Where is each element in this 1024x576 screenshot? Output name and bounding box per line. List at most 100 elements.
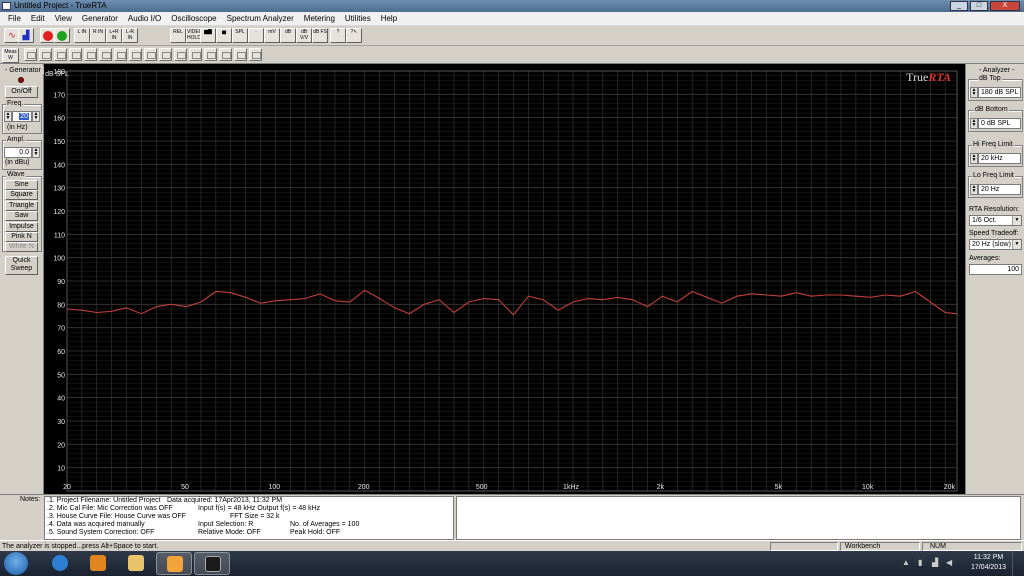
lo-freq-spinner[interactable]: ▲ ▼	[970, 184, 978, 195]
taskbar-app[interactable]	[156, 552, 192, 575]
taskbar-explorer[interactable]	[118, 552, 154, 575]
view-toggle-button-11[interactable]	[174, 48, 187, 61]
view-toggle-button-9[interactable]	[144, 48, 157, 61]
menu-oscilloscope[interactable]: Oscilloscope	[166, 12, 221, 25]
note-line-3: .3. House Curve File: House Curve was OF…	[47, 513, 186, 520]
menu-generator[interactable]: Generator	[77, 12, 123, 25]
view-toggle-button-14[interactable]	[219, 48, 232, 61]
spectrum-view-button[interactable]: ▟	[18, 28, 34, 43]
blank-button[interactable]: ·	[248, 28, 264, 43]
left-minus-right-in-button[interactable]: L-R IN	[122, 28, 138, 43]
view-toggle-button-16[interactable]	[249, 48, 262, 61]
wave-square-button[interactable]: Square	[5, 190, 38, 201]
x-tick-label: 200	[358, 484, 370, 491]
show-desktop-button[interactable]	[1012, 551, 1024, 576]
speed-tradeoff-select[interactable]: 20 Hz (slow) ▼	[969, 239, 1022, 250]
menu-file[interactable]: File	[3, 12, 26, 25]
db-bottom-spinner[interactable]: ▲ ▼	[970, 118, 978, 129]
maximize-button[interactable]: □	[970, 1, 988, 11]
x-tick-label: 20	[63, 484, 71, 491]
freq-spinner[interactable]: ▲ ▼	[4, 111, 12, 122]
menu-utilities[interactable]: Utilities	[340, 12, 376, 25]
wave-sine-button[interactable]: Sine	[5, 180, 38, 190]
menu-metering[interactable]: Metering	[299, 12, 340, 25]
logo-true: True	[906, 70, 928, 84]
freq-spinner-right[interactable]: ▲ ▼	[32, 111, 40, 122]
view-toggle-button-15[interactable]	[234, 48, 247, 61]
minimize-button[interactable]: _	[950, 1, 968, 11]
spl-button[interactable]: SPL	[232, 28, 248, 43]
spectrum-graph[interactable]: 10 20 30 40 50 60 70 80 90 100 110 120 130 140 150 160 1…	[44, 64, 965, 494]
menu-help[interactable]: Help	[376, 12, 402, 25]
generator-onoff-button[interactable]: On/Off	[5, 86, 38, 98]
view-toggle-button-6[interactable]	[99, 48, 112, 61]
wave-impulse-button[interactable]: Impulse	[5, 221, 38, 232]
peak-hold-button[interactable]: ▅	[216, 28, 232, 43]
bars-view-button[interactable]: ▆▇	[200, 28, 216, 43]
tray-arrow-icon[interactable]: ▲	[902, 559, 910, 567]
taskbar-truerta[interactable]	[194, 552, 230, 575]
view-toggle-button-7[interactable]	[114, 48, 127, 61]
notes-text-area[interactable]: .1. Project Filename: Untitled Project .…	[44, 496, 454, 540]
battery-icon[interactable]: ▮	[918, 559, 926, 567]
volume-icon[interactable]: ◀	[946, 559, 954, 567]
menu-spectrum-analyzer[interactable]: Spectrum Analyzer	[222, 12, 299, 25]
db-bottom-input[interactable]: 0 dB SPL	[978, 118, 1021, 129]
ampl-spinner[interactable]: ▲ ▼	[32, 147, 40, 158]
menu-view[interactable]: View	[50, 12, 77, 25]
main-toolbar: ∿ ▟ L IN R IN L+R IN L-R IN REL VIDEO HOLD ▆▇ ▅ SP…	[0, 26, 1024, 46]
quick-sweep-button[interactable]: Quick Sweep	[5, 256, 38, 275]
db-fs-button[interactable]: dB FS	[312, 28, 328, 43]
view-toggle-button-1[interactable]	[24, 48, 37, 61]
mv-button[interactable]: mV	[264, 28, 280, 43]
spectrum-chart: 10 20 30 40 50 60 70 80 90 100 110 120 130 140 150 160 1…	[45, 69, 958, 492]
hi-freq-spinner[interactable]: ▲ ▼	[970, 153, 978, 164]
wave-pink-n-button[interactable]: Pink N	[5, 232, 38, 242]
network-icon[interactable]: ▟	[932, 559, 940, 567]
db-top-input[interactable]: 180 dB SPL	[978, 87, 1021, 98]
view-toggle-button-5[interactable]	[84, 48, 97, 61]
left-in-button[interactable]: L IN	[74, 28, 90, 43]
taskbar: ▲ ▮ ▟ ◀ 11:32 PM 17/04/2013	[0, 551, 1024, 576]
wave-saw-button[interactable]: Saw	[5, 211, 38, 222]
taskbar-media[interactable]	[80, 552, 116, 575]
db-top-label: dB Top	[978, 75, 1002, 82]
taskbar-ie[interactable]	[42, 552, 78, 575]
db-top-spinner[interactable]: ▲ ▼	[970, 87, 978, 98]
left-right-in-button[interactable]: L+R IN	[106, 28, 122, 43]
wave-triangle-button[interactable]: Triangle	[5, 200, 38, 211]
hi-freq-input[interactable]: 20 kHz	[978, 153, 1021, 164]
wave-white-n-button[interactable]: White N	[5, 242, 38, 253]
right-in-button[interactable]: R IN	[90, 28, 106, 43]
view-toggle-button-4[interactable]	[69, 48, 82, 61]
x-tick-label: 5k	[775, 484, 783, 491]
help-button[interactable]: ?	[330, 28, 346, 43]
y-tick-label: 170	[53, 92, 65, 99]
menu-edit[interactable]: Edit	[26, 12, 50, 25]
close-button[interactable]: X	[990, 1, 1020, 11]
view-toggle-button-12[interactable]	[189, 48, 202, 61]
relative-button[interactable]: REL	[170, 28, 186, 43]
ampl-input[interactable]: 0.0	[4, 147, 32, 158]
view-toggle-button-10[interactable]	[159, 48, 172, 61]
clock-time: 11:32 PM	[973, 554, 1004, 561]
measure-w-button[interactable]: Meas W	[2, 48, 19, 63]
view-toggle-button-2[interactable]	[39, 48, 52, 61]
go-button[interactable]	[54, 28, 70, 43]
rta-resolution-select[interactable]: 1/6 Oct. ▼	[969, 215, 1022, 226]
averages-input[interactable]: 100	[969, 264, 1022, 275]
hi-freq-label: Hi Freq Limit	[972, 141, 1014, 148]
view-toggle-button-13[interactable]	[204, 48, 217, 61]
context-help-button[interactable]: ?↖	[346, 28, 362, 43]
db-button[interactable]: dB	[280, 28, 296, 43]
menu-audio-i-o[interactable]: Audio I/O	[123, 12, 166, 25]
notes-label: Notes:	[20, 496, 41, 503]
clock[interactable]: 11:32 PM 17/04/2013	[971, 553, 1006, 573]
view-toggle-button-8[interactable]	[129, 48, 142, 61]
notes-extra-area[interactable]	[456, 496, 1021, 540]
db-v-button[interactable]: dB V/V	[296, 28, 312, 43]
lo-freq-input[interactable]: 20 Hz	[978, 184, 1021, 195]
freq-input[interactable]: 20	[12, 111, 32, 122]
start-button[interactable]	[4, 552, 28, 575]
view-toggle-button-3[interactable]	[54, 48, 67, 61]
